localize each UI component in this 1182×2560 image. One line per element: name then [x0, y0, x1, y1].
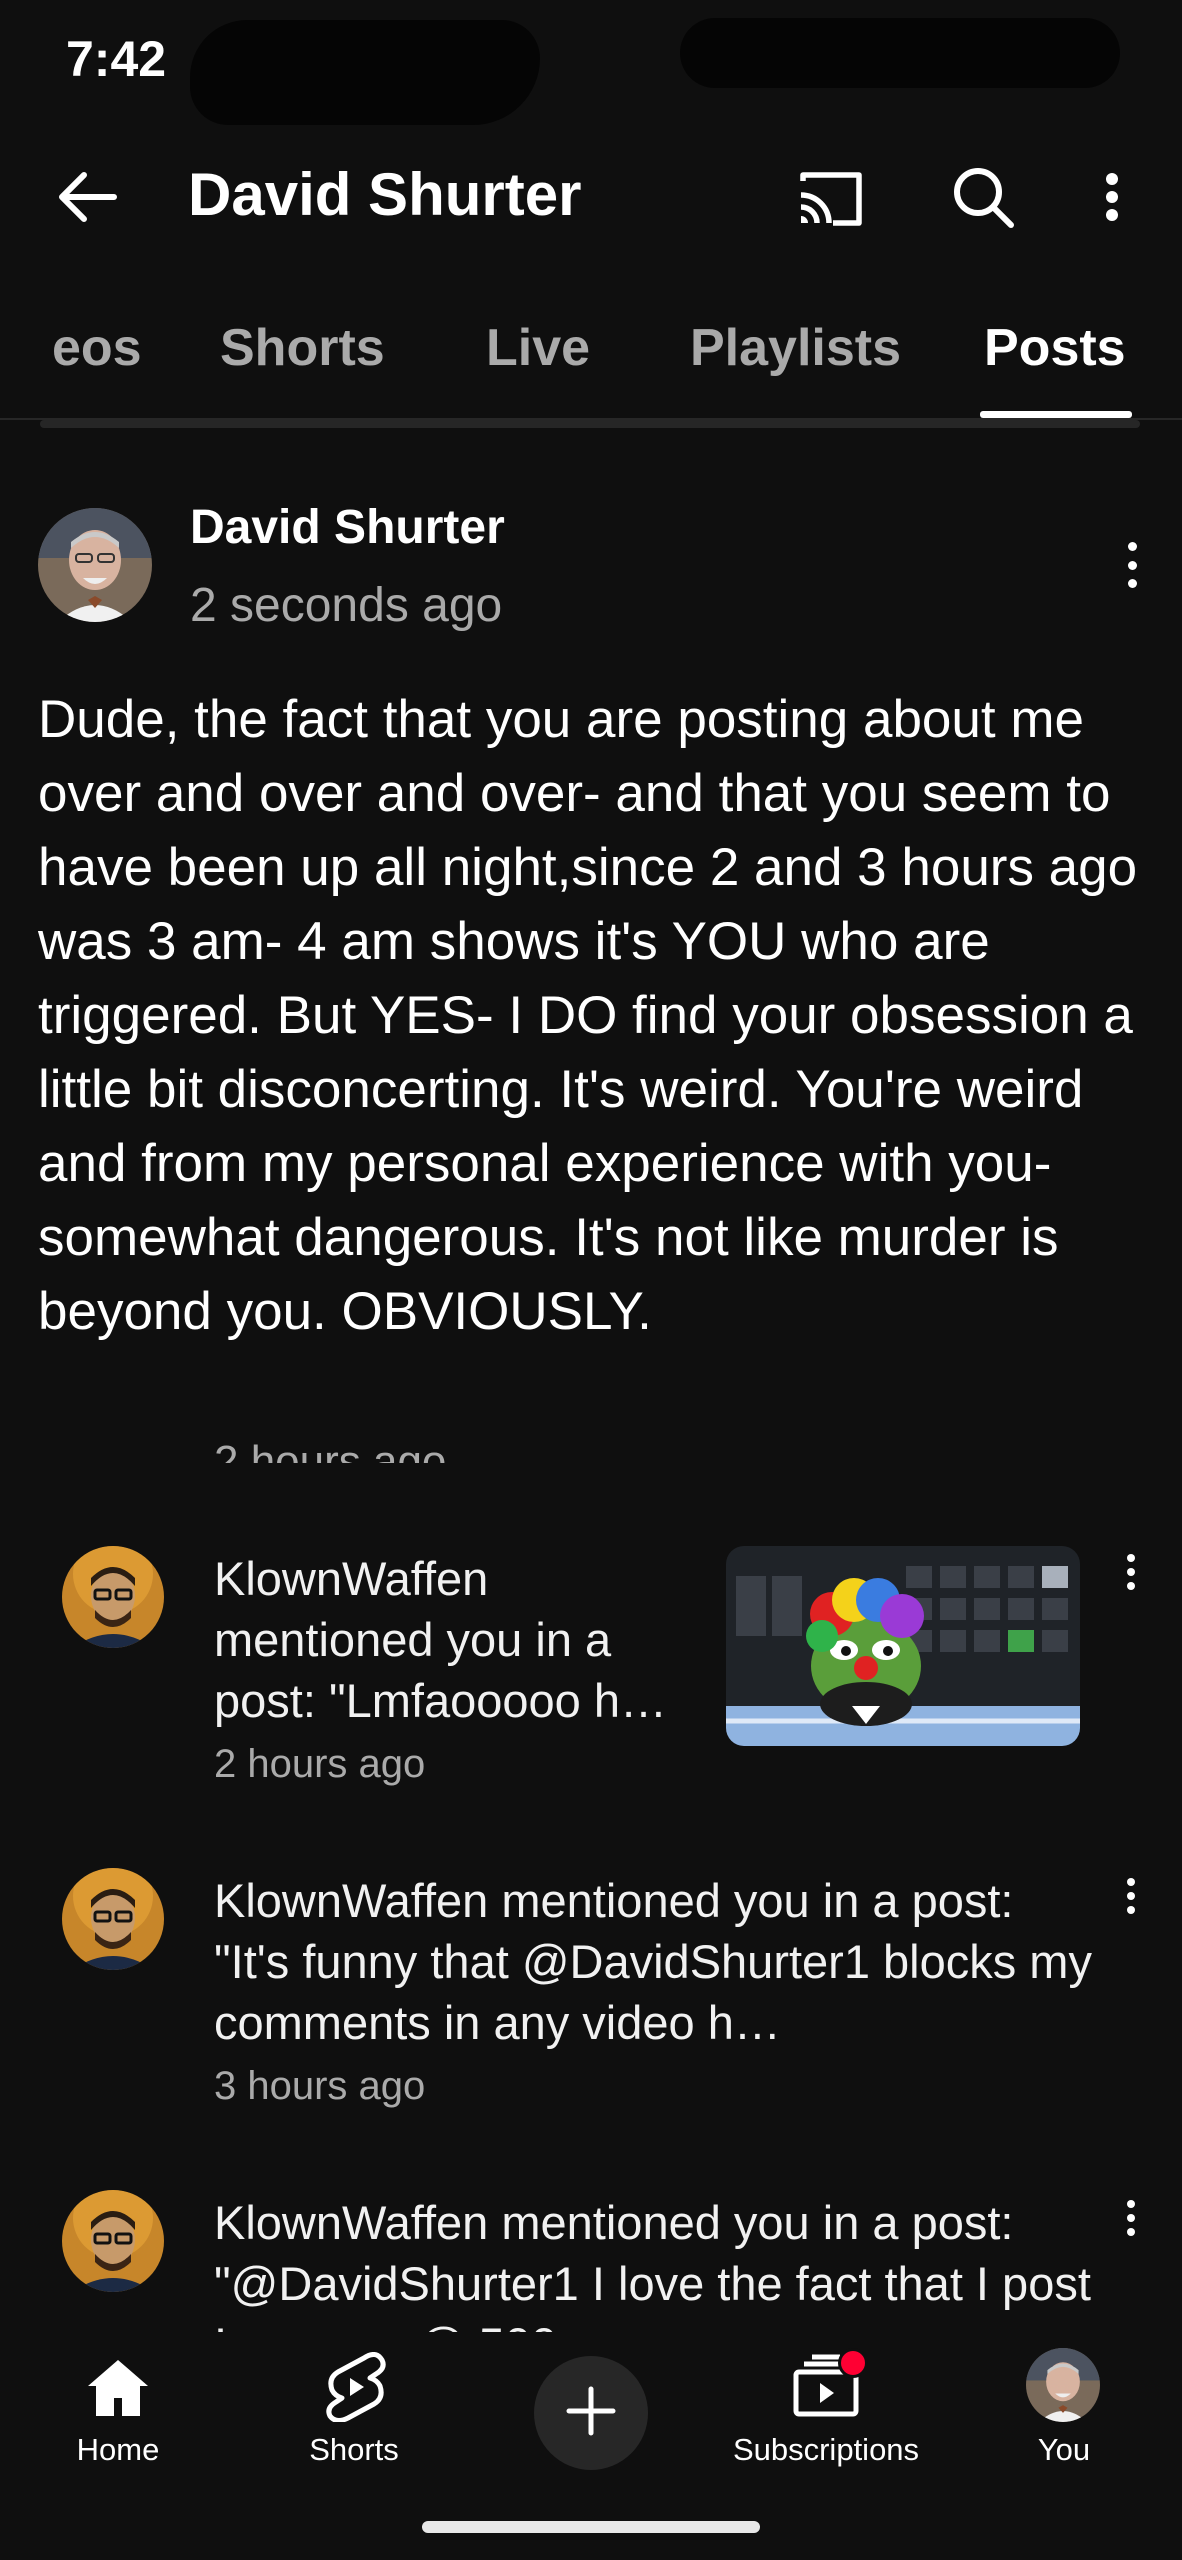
post-author[interactable]: David Shurter — [190, 500, 505, 555]
notification-timestamp: 2 hours ago — [214, 1742, 426, 1786]
notification-text[interactable]: KlownWaffen mentioned you in a post: "@D… — [214, 2192, 1094, 2332]
shorts-icon — [324, 2352, 386, 2427]
channel-title: David Shurter — [188, 161, 582, 228]
nav-subscriptions-label: Subscriptions — [732, 2432, 920, 2467]
more-vert-icon[interactable] — [1090, 160, 1134, 234]
notification-dot — [838, 2348, 868, 2378]
back-arrow-icon[interactable] — [50, 160, 124, 234]
author-avatar[interactable] — [38, 508, 152, 622]
you-avatar — [1026, 2348, 1100, 2422]
notification-avatar[interactable] — [62, 2190, 164, 2292]
tab-shorts[interactable]: Shorts — [220, 318, 385, 378]
post-timestamp: 2 seconds ago — [190, 579, 503, 632]
partially-hidden-timestamp: 2 hours ago — [214, 1437, 447, 1463]
nav-shorts[interactable]: Shorts — [236, 2348, 472, 2478]
status-time: 7:42 — [66, 31, 167, 87]
plus-icon — [565, 2385, 617, 2442]
tab-live[interactable]: Live — [486, 318, 590, 378]
notification-more-icon[interactable] — [1124, 2200, 1138, 2236]
notification-avatar[interactable] — [62, 1546, 164, 1648]
nav-you-label: You — [1037, 2432, 1091, 2467]
redaction-mark — [680, 18, 1120, 88]
notification-text[interactable]: KlownWaffen mentioned you in a post: "Lm… — [214, 1548, 714, 1731]
search-icon[interactable] — [944, 158, 1022, 236]
redaction-mark — [190, 20, 540, 125]
cast-icon[interactable] — [790, 160, 870, 234]
nav-home[interactable]: Home — [0, 2348, 236, 2478]
notification-avatar[interactable] — [62, 1868, 164, 1970]
tab-playlists[interactable]: Playlists — [690, 318, 901, 378]
nav-shorts-label: Shorts — [309, 2432, 399, 2467]
notification-timestamp: 3 hours ago — [214, 2064, 426, 2108]
tab-videos[interactable]: eos — [52, 318, 142, 378]
post-more-icon[interactable] — [1125, 542, 1139, 588]
home-indicator[interactable] — [422, 2521, 760, 2533]
tab-posts[interactable]: Posts — [984, 318, 1126, 378]
nav-subscriptions[interactable]: Subscriptions — [708, 2348, 944, 2478]
nav-you[interactable]: You — [944, 2348, 1180, 2478]
create-button[interactable] — [534, 2356, 648, 2470]
scroll-hint — [40, 420, 1140, 428]
notification-more-icon[interactable] — [1124, 1554, 1138, 1590]
post-body: Dude, the fact that you are posting abou… — [38, 690, 1138, 1341]
notification-more-icon[interactable] — [1124, 1878, 1138, 1914]
home-icon — [84, 2356, 152, 2425]
nav-home-label: Home — [76, 2432, 160, 2467]
notification-thumbnail[interactable] — [726, 1546, 1080, 1746]
active-tab-indicator — [980, 411, 1132, 418]
notification-text[interactable]: KlownWaffen mentioned you in a post: "It… — [214, 1870, 1094, 2053]
